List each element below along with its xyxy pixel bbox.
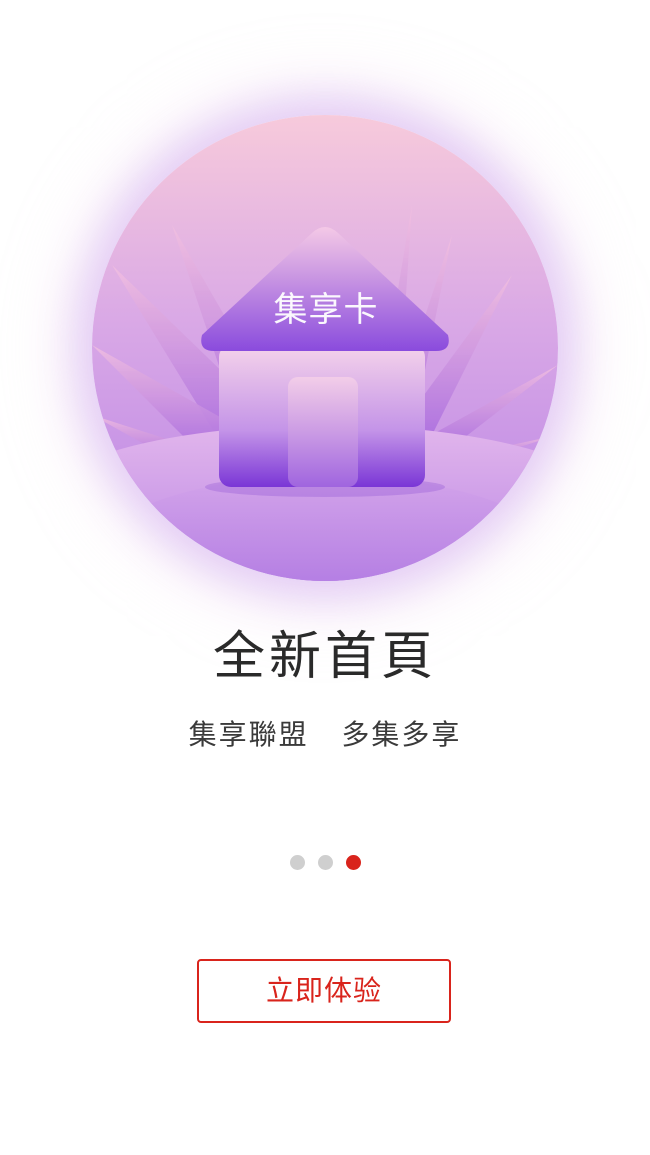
page-indicator — [0, 855, 650, 870]
try-now-button[interactable]: 立即体验 — [197, 959, 451, 1023]
page-dot-2[interactable] — [317, 855, 333, 870]
page-title: 全新首頁 — [212, 627, 437, 687]
page-dot-3-active[interactable] — [345, 855, 361, 870]
hero-illustration: 集享卡 — [92, 115, 558, 581]
house-label: 集享卡 — [273, 290, 379, 330]
page-dot-1[interactable] — [289, 855, 305, 870]
onboarding-page: 集享卡 全新首頁 集享聯盟 多集多享 立即体验 — [0, 0, 650, 1155]
page-subtitle: 集享聯盟 多集多享 — [188, 718, 462, 751]
house-illustration-icon — [92, 115, 558, 581]
